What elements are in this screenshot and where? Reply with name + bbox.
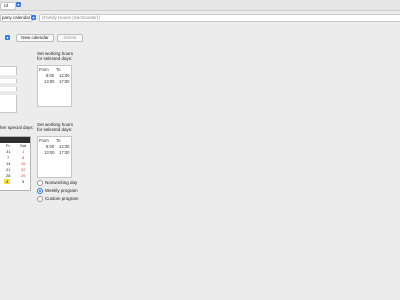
option-weekly-label: Weekly program xyxy=(45,188,78,194)
top-toolbar xyxy=(0,0,400,11)
calendar-day[interactable]: 28 xyxy=(6,173,10,178)
calendar-col-sat: Sat xyxy=(20,143,27,148)
top-select-button[interactable]: ▾ xyxy=(16,2,21,7)
option-custom[interactable]: Custom program xyxy=(37,196,79,202)
calendar-select-label: pany calendar xyxy=(2,15,31,20)
col-from: From xyxy=(39,138,49,143)
list-item[interactable] xyxy=(0,75,18,79)
mini-calendar[interactable]: Fr Sat 31 1 7 8 14 15 21 22 28 29 4 5 xyxy=(0,136,31,191)
calendar-day[interactable]: 31 xyxy=(6,149,10,154)
row1-to[interactable]: 12:00 xyxy=(59,73,69,78)
option-nonworking-label: Nonworking day xyxy=(45,180,78,186)
row1-from[interactable]: 8:00 xyxy=(46,144,54,149)
calendar-select-dropdown-icon[interactable]: ▾ xyxy=(31,15,36,20)
row2-from[interactable]: 13:00 xyxy=(44,79,54,84)
working-hours-title-1b: for selected days: xyxy=(37,56,73,61)
calendar-day-selected[interactable]: 4 xyxy=(4,179,11,184)
row2-to[interactable]: 17:00 xyxy=(59,150,69,155)
col-to: To xyxy=(56,138,61,143)
special-days-label: her special days: xyxy=(0,125,34,130)
calendar-day[interactable]: 7 xyxy=(7,155,9,160)
family-name-field[interactable]: (Family House (Sectrooster)) xyxy=(39,14,400,22)
option-nonworking[interactable]: Nonworking day xyxy=(37,180,77,186)
working-hours-title-2b: for selected days: xyxy=(37,127,73,132)
row2-to[interactable]: 17:00 xyxy=(59,79,69,84)
calendar-list-toggle-icon[interactable]: ▾ xyxy=(5,35,10,40)
row1-to[interactable]: 12:00 xyxy=(59,144,69,149)
col-from: From xyxy=(39,67,49,72)
calendar-day[interactable]: 15 xyxy=(21,161,25,166)
calendar-col-fr: Fr xyxy=(6,143,10,148)
list-item[interactable] xyxy=(0,83,18,87)
calendar-day[interactable]: 22 xyxy=(21,167,25,172)
calendar-day[interactable]: 8 xyxy=(22,155,24,160)
calendar-day[interactable]: 14 xyxy=(6,161,10,166)
option-weekly[interactable]: Weekly program xyxy=(37,188,78,194)
radio-nonworking[interactable] xyxy=(37,180,43,186)
col-to: To xyxy=(56,67,61,72)
new-calendar-button[interactable]: New calendar xyxy=(16,34,54,42)
radio-weekly[interactable] xyxy=(37,188,43,194)
day-list[interactable] xyxy=(0,66,18,113)
family-name-text: (Family House (Sectrooster)) xyxy=(42,15,100,20)
working-hours-table-1[interactable]: From To 8:00 12:00 13:00 17:00 xyxy=(37,65,72,107)
calendar-day[interactable]: 5 xyxy=(22,179,24,184)
option-custom-label: Custom program xyxy=(45,196,79,202)
calendar-select[interactable]: pany calendar xyxy=(0,14,33,22)
top-field-text: rd xyxy=(4,3,9,8)
radio-custom[interactable] xyxy=(37,196,43,202)
delete-button[interactable]: Delete xyxy=(57,34,83,42)
calendar-day[interactable]: 1 xyxy=(22,149,24,154)
calendar-day[interactable]: 29 xyxy=(21,173,25,178)
row1-from[interactable]: 8:00 xyxy=(46,73,54,78)
list-item[interactable] xyxy=(0,91,18,95)
working-hours-table-2[interactable]: From To 8:00 12:00 13:00 17:00 xyxy=(37,136,72,178)
calendar-day[interactable]: 21 xyxy=(6,167,10,172)
row2-from[interactable]: 13:00 xyxy=(44,150,54,155)
top-field[interactable]: rd xyxy=(0,2,16,10)
